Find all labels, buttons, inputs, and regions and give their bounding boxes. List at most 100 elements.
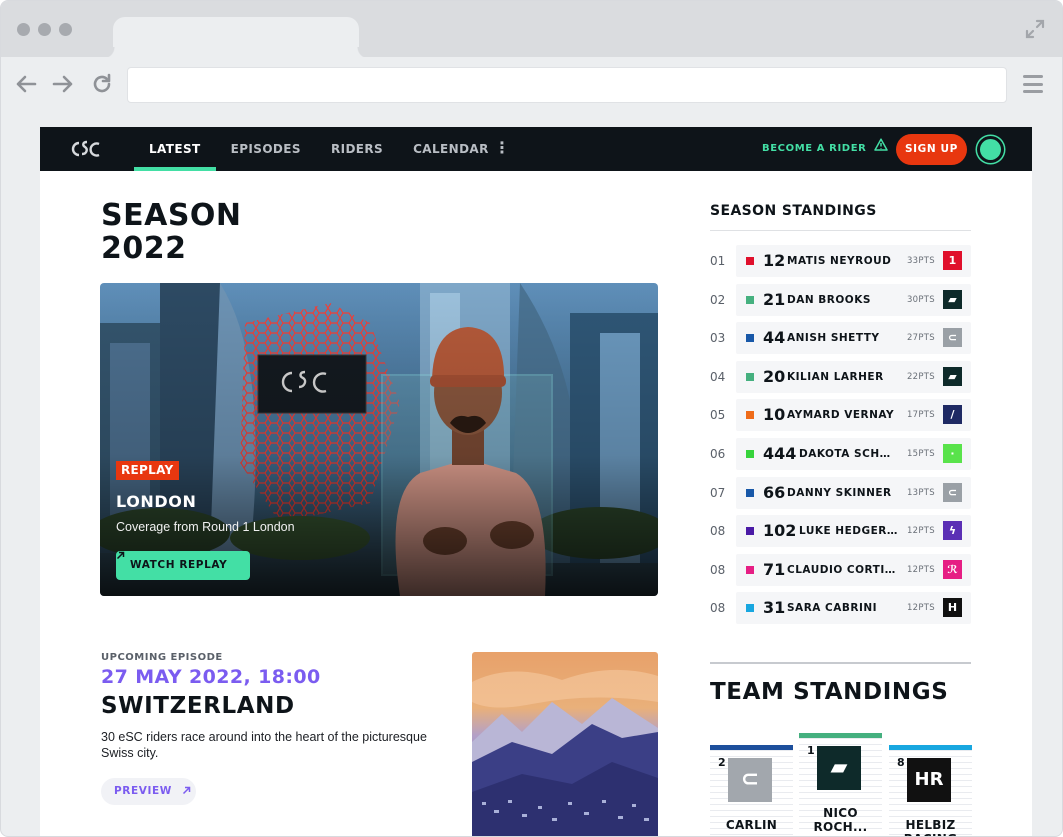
nav-link-calendar[interactable]: CALENDAR [398, 127, 504, 171]
hero-replay-card[interactable]: REPLAY LONDON Coverage from Round 1 Lond… [100, 283, 658, 596]
sign-up-button[interactable]: SIGN UP [896, 134, 967, 165]
back-arrow-icon[interactable] [13, 71, 39, 97]
team-logo-icon: ⊂ [943, 328, 962, 348]
standings-position: 08 [710, 524, 726, 539]
rider-number: 10 [763, 405, 786, 425]
rider-name: MATIS NEYROUD [787, 255, 892, 267]
divider [710, 230, 971, 231]
hero-subtitle: Coverage from Round 1 London [116, 520, 295, 534]
warning-triangle-icon [874, 127, 889, 171]
team-color-square [746, 411, 754, 420]
esc-logo-icon[interactable] [70, 138, 102, 160]
watch-replay-label: WATCH REPLAY [130, 559, 228, 571]
menu-icon[interactable] [1023, 75, 1043, 93]
standings-position: 04 [710, 369, 726, 384]
forward-arrow-icon[interactable] [50, 71, 76, 97]
standings-row[interactable]: 08 71 CLAUDIO CORTI ... 12PTS ℛ [710, 553, 971, 586]
standings-card[interactable]: 21 DAN BROOKS 30PTS ▰ [736, 283, 971, 316]
rider-number: 20 [763, 366, 786, 386]
team-color-bar [710, 745, 793, 750]
vertical-dots-icon[interactable]: ⋮ [494, 127, 510, 171]
standings-position: 07 [710, 485, 726, 500]
standings-card[interactable]: 102 LUKE HEDGER ... 12PTS ϟ [736, 515, 971, 548]
team-card[interactable]: 2 ⊂ CARLIN [710, 745, 793, 836]
rider-points: 15PTS [906, 449, 935, 459]
standings-card[interactable]: 20 KILIAN LARHER 22PTS ▰ [736, 360, 971, 393]
standings-card[interactable]: 12 MATIS NEYROUD 33PTS 1 [736, 245, 971, 277]
standings-row[interactable]: 04 20 KILIAN LARHER 22PTS ▰ [710, 360, 971, 393]
arrow-up-right-icon [182, 779, 191, 806]
team-color-square [746, 295, 754, 304]
team-logo-icon: 1 [943, 251, 962, 270]
rider-points: 30PTS [906, 294, 935, 305]
hero-title: LONDON [116, 492, 197, 511]
team-logo-icon: ϟ [943, 521, 962, 541]
nav-link-episodes[interactable]: EPISODES [216, 127, 316, 171]
standings-card[interactable]: 31 SARA CABRINI 12PTS H [736, 592, 971, 625]
standings-position: 08 [710, 601, 726, 616]
standings-row[interactable]: 08 31 SARA CABRINI 12PTS H [710, 592, 971, 625]
team-color-square [746, 604, 754, 613]
team-rank: 8 [897, 756, 905, 769]
upcoming-date: 27 MAY 2022, 18:00 [101, 666, 321, 688]
switzerland-image[interactable] [472, 652, 658, 836]
rider-name: LUKE HEDGER ... [799, 525, 899, 538]
become-rider-link[interactable]: BECOME A RIDER [762, 127, 889, 171]
team-logo-icon: ⊂ [943, 482, 962, 502]
reload-icon[interactable] [89, 71, 115, 97]
rider-points: 12PTS [906, 564, 935, 575]
team-color-square [746, 565, 754, 574]
team-rank: 2 [718, 756, 726, 769]
standings-row[interactable]: 03 44 ANISH SHETTY 27PTS ⊂ [710, 322, 971, 355]
rider-name: DAN BROOKS [787, 293, 871, 306]
standings-row[interactable]: 02 21 DAN BROOKS 30PTS ▰ [710, 283, 971, 316]
rider-name: ANISH SHETTY [787, 332, 880, 345]
standings-position: 05 [710, 408, 726, 423]
standings-row[interactable]: 05 10 AYMARD VERNAY 17PTS / [710, 399, 971, 432]
team-name: CARLIN [725, 818, 778, 832]
team-logo-icon: · [943, 444, 962, 463]
browser-window: LATEST EPISODES RIDERS CALENDAR ⋮ BECOME… [0, 0, 1063, 837]
standings-card[interactable]: 10 AYMARD VERNAY 17PTS / [736, 399, 971, 432]
standings-position: 08 [710, 562, 726, 577]
standings-row[interactable]: 08 102 LUKE HEDGER ... 12PTS ϟ [710, 515, 971, 548]
rider-points: 13PTS [906, 487, 935, 498]
standings-row[interactable]: 01 12 MATIS NEYROUD 33PTS 1 [710, 245, 971, 277]
team-card[interactable]: 1 ▰ NICO ROCH... [799, 733, 882, 834]
avatar[interactable] [977, 136, 1004, 163]
standings-row[interactable]: 06 444DAKOTA SCHUETZ 15PTS · [710, 438, 971, 470]
standings-position: 02 [710, 292, 726, 307]
preview-button[interactable]: PREVIEW [101, 778, 196, 805]
rider-points: 17PTS [906, 410, 935, 421]
preview-label: PREVIEW [114, 785, 172, 797]
team-name: NICO ROCH... [813, 806, 868, 834]
zoom-window-dot[interactable] [59, 23, 72, 36]
rider-name: KILIAN LARHER [787, 370, 884, 383]
team-logo-icon: ▰ [817, 746, 861, 790]
website: LATEST EPISODES RIDERS CALENDAR ⋮ BECOME… [40, 127, 1032, 836]
standings-position: 03 [710, 331, 726, 346]
nav-link-latest[interactable]: LATEST [134, 127, 216, 171]
team-color-square [746, 334, 754, 343]
nav-link-riders[interactable]: RIDERS [316, 127, 398, 171]
team-logo-icon: / [943, 405, 962, 425]
standings-card[interactable]: 66 DANNY SKINNER 13PTS ⊂ [736, 476, 971, 509]
upcoming-title: SWITZERLAND [101, 693, 295, 719]
window-controls[interactable] [17, 23, 72, 36]
team-logo-icon: ⊂ [728, 758, 772, 802]
team-logo-icon: ▰ [943, 366, 962, 386]
standings-row[interactable]: 07 66 DANNY SKINNER 13PTS ⊂ [710, 476, 971, 509]
team-color-square [746, 257, 754, 265]
standings-card[interactable]: 44 ANISH SHETTY 27PTS ⊂ [736, 322, 971, 355]
address-bar[interactable] [127, 67, 1007, 103]
browser-tab[interactable] [103, 17, 369, 59]
watch-replay-button[interactable]: WATCH REPLAY [116, 551, 250, 580]
minimize-window-dot[interactable] [38, 23, 51, 36]
standings-card[interactable]: 71 CLAUDIO CORTI ... 12PTS ℛ [736, 553, 971, 586]
expand-icon[interactable] [1024, 18, 1046, 40]
team-name: HELBIZ RACING [904, 818, 957, 836]
team-card[interactable]: 8HR HELBIZ RACING [889, 745, 972, 836]
close-window-dot[interactable] [17, 23, 30, 36]
standings-card[interactable]: 444DAKOTA SCHUETZ 15PTS · [736, 438, 971, 470]
team-logo-icon: ▰ [943, 289, 962, 309]
